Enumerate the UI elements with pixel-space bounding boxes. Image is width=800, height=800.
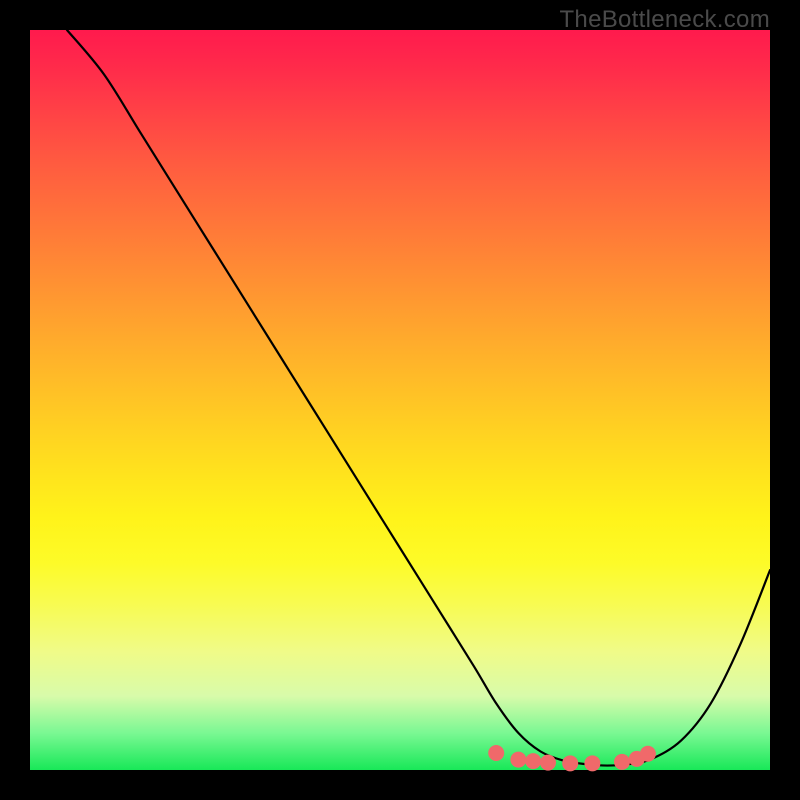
curve-marker	[584, 755, 600, 771]
curve-marker	[640, 746, 656, 762]
curve-marker	[488, 745, 504, 761]
chart-plot-area	[30, 30, 770, 770]
curve-marker	[525, 753, 541, 769]
chart-svg	[30, 30, 770, 770]
curve-marker	[614, 754, 630, 770]
chart-frame: TheBottleneck.com	[0, 0, 800, 800]
curve-marker	[562, 755, 578, 771]
curve-markers	[488, 745, 656, 771]
curve-marker	[540, 755, 556, 771]
curve-marker	[510, 752, 526, 768]
bottleneck-curve	[67, 30, 770, 766]
